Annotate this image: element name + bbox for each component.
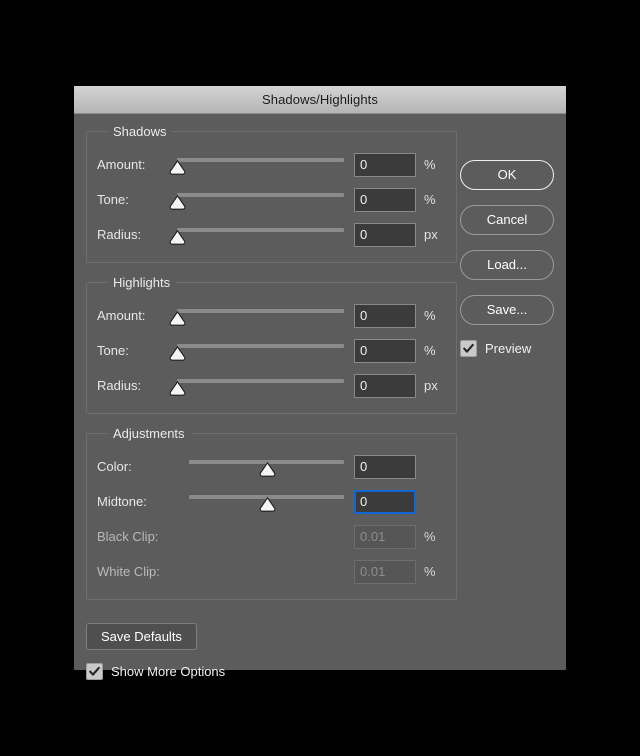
row-label: Black Clip: bbox=[97, 529, 159, 544]
slider-track bbox=[177, 343, 344, 348]
group-shadows-legend: Shadows bbox=[113, 124, 167, 139]
save-defaults-button[interactable]: Save Defaults bbox=[86, 623, 197, 650]
row-adjustments-color: Color: bbox=[97, 449, 446, 484]
dialog-title: Shadows/Highlights bbox=[262, 92, 378, 107]
group-adjustments-legend: Adjustments bbox=[113, 426, 185, 441]
preview-label: Preview bbox=[485, 341, 532, 356]
row-highlights-amount: Amount: % bbox=[97, 298, 446, 333]
slider-thumb-icon[interactable] bbox=[169, 345, 186, 361]
cancel-button[interactable]: Cancel bbox=[460, 205, 554, 235]
show-more-options-row[interactable]: Show More Options bbox=[86, 663, 546, 680]
slider-track bbox=[177, 157, 344, 162]
input-shadows-tone[interactable] bbox=[354, 187, 416, 212]
slider-track bbox=[177, 227, 344, 232]
slider-shadows-amount[interactable] bbox=[169, 152, 344, 178]
input-adjustments-white-clip bbox=[354, 559, 416, 584]
input-shadows-radius[interactable] bbox=[354, 222, 416, 247]
slider-highlights-tone[interactable] bbox=[169, 338, 344, 364]
slider-shadows-radius[interactable] bbox=[169, 222, 344, 248]
input-highlights-tone[interactable] bbox=[354, 338, 416, 363]
load-button[interactable]: Load... bbox=[460, 250, 554, 280]
row-shadows-tone: Tone: % bbox=[97, 182, 446, 217]
row-label: Radius: bbox=[97, 227, 142, 242]
unit-label: % bbox=[424, 564, 436, 579]
unit-label: % bbox=[424, 529, 436, 544]
shadows-highlights-dialog: Shadows/Highlights Shadows Amount: 0 % T… bbox=[74, 86, 566, 680]
row-label: Radius: bbox=[97, 378, 142, 393]
group-highlights-legend: Highlights bbox=[113, 275, 171, 290]
ok-button[interactable]: OK bbox=[460, 160, 554, 190]
slider-thumb-icon[interactable] bbox=[259, 496, 276, 512]
group-highlights: Highlights Amount: % Tone: bbox=[86, 275, 457, 414]
group-adjustments: Adjustments Color: Midtone: bbox=[86, 426, 457, 600]
checkmark-icon bbox=[463, 343, 474, 353]
row-label: Tone: bbox=[97, 192, 129, 207]
preview-checkbox[interactable] bbox=[460, 340, 477, 357]
save-button[interactable]: Save... bbox=[460, 295, 554, 325]
slider-adjustments-color[interactable] bbox=[189, 454, 344, 480]
unit-label: px bbox=[424, 378, 438, 393]
input-adjustments-color[interactable] bbox=[354, 454, 416, 479]
input-adjustments-midtone[interactable] bbox=[354, 489, 416, 514]
dialog-footer: Save Defaults Show More Options bbox=[86, 623, 546, 680]
slider-track bbox=[177, 378, 344, 383]
row-label: Midtone: bbox=[97, 494, 147, 509]
row-adjustments-black-clip: Black Clip: % bbox=[97, 519, 446, 554]
group-shadows: Shadows Amount: % Tone: bbox=[86, 124, 457, 263]
row-label: Color: bbox=[97, 459, 132, 474]
row-adjustments-white-clip: White Clip: % bbox=[97, 554, 446, 589]
slider-thumb-icon[interactable] bbox=[259, 461, 276, 477]
unit-label: % bbox=[424, 343, 436, 358]
adjustment-groups: Shadows Amount: % Tone: bbox=[86, 124, 457, 612]
input-adjustments-black-clip bbox=[354, 524, 416, 549]
row-label: White Clip: bbox=[97, 564, 160, 579]
slider-thumb-icon[interactable] bbox=[169, 194, 186, 210]
slider-track bbox=[177, 308, 344, 313]
row-highlights-radius: Radius: px bbox=[97, 368, 446, 403]
unit-label: % bbox=[424, 308, 436, 323]
input-highlights-amount[interactable] bbox=[354, 303, 416, 328]
row-shadows-amount: Amount: % bbox=[97, 147, 446, 182]
input-shadows-amount[interactable] bbox=[354, 152, 416, 177]
dialog-body: Shadows Amount: % Tone: bbox=[74, 114, 566, 680]
slider-thumb-icon[interactable] bbox=[169, 310, 186, 326]
slider-track bbox=[177, 192, 344, 197]
unit-label: % bbox=[424, 157, 436, 172]
unit-label: px bbox=[424, 227, 438, 242]
slider-highlights-amount[interactable] bbox=[169, 303, 344, 329]
dialog-titlebar[interactable]: Shadows/Highlights bbox=[74, 86, 566, 114]
slider-adjustments-midtone[interactable] bbox=[189, 489, 344, 515]
row-label: Amount: bbox=[97, 308, 146, 323]
row-highlights-tone: Tone: % bbox=[97, 333, 446, 368]
slider-shadows-tone[interactable] bbox=[169, 187, 344, 213]
row-shadows-radius: Radius: px bbox=[97, 217, 446, 252]
slider-thumb-icon[interactable] bbox=[169, 229, 186, 245]
slider-thumb-icon[interactable] bbox=[169, 159, 186, 175]
slider-highlights-radius[interactable] bbox=[169, 373, 344, 399]
preview-checkbox-row[interactable]: Preview bbox=[460, 340, 556, 357]
row-label: Tone: bbox=[97, 343, 129, 358]
input-highlights-radius[interactable] bbox=[354, 373, 416, 398]
screen: Shadows/Highlights Shadows Amount: 0 % T… bbox=[0, 0, 640, 756]
show-more-options-checkbox[interactable] bbox=[86, 663, 103, 680]
row-label: Amount: bbox=[97, 157, 146, 172]
dialog-actions: OK Cancel Load... Save... Preview bbox=[460, 160, 556, 357]
unit-label: % bbox=[424, 192, 436, 207]
checkmark-icon bbox=[89, 666, 100, 676]
show-more-options-label: Show More Options bbox=[111, 664, 226, 679]
row-adjustments-midtone: Midtone: bbox=[97, 484, 446, 519]
slider-thumb-icon[interactable] bbox=[169, 380, 186, 396]
